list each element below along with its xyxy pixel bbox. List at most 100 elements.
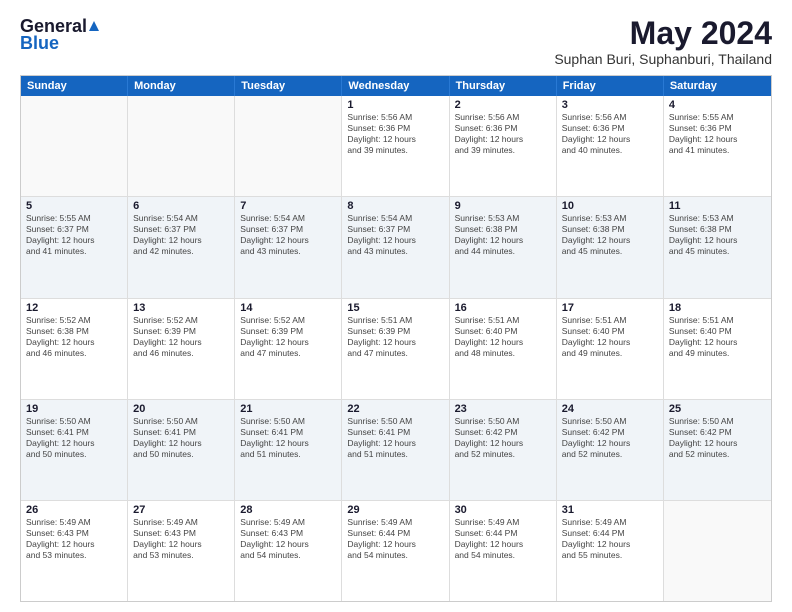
day-number: 28 (240, 504, 336, 516)
calendar-row-1: 1 Sunrise: 5:56 AMSunset: 6:36 PMDaylight… (21, 96, 771, 197)
cell-info: Sunrise: 5:51 AMSunset: 6:40 PMDaylight:… (669, 315, 766, 359)
cell-info: Sunrise: 5:52 AMSunset: 6:38 PMDaylight:… (26, 315, 122, 359)
day-number: 2 (455, 99, 551, 111)
cell-info: Sunrise: 5:49 AMSunset: 6:44 PMDaylight:… (562, 517, 658, 561)
header-saturday: Saturday (664, 76, 771, 96)
day-number: 14 (240, 302, 336, 314)
cal-cell-3-5: 16Sunrise: 5:51 AMSunset: 6:40 PMDayligh… (450, 299, 557, 399)
cell-info: Sunrise: 5:50 AMSunset: 6:41 PMDaylight:… (347, 416, 443, 460)
cal-cell-2-7: 11Sunrise: 5:53 AMSunset: 6:38 PMDayligh… (664, 197, 771, 297)
header-friday: Friday (557, 76, 664, 96)
day-number: 19 (26, 403, 122, 415)
page-title: May 2024 (554, 16, 772, 51)
cell-info: Sunrise: 5:55 AMSunset: 6:36 PMDaylight:… (669, 112, 766, 156)
day-number: 22 (347, 403, 443, 415)
cal-cell-1-1 (21, 96, 128, 196)
header-tuesday: Tuesday (235, 76, 342, 96)
day-number: 31 (562, 504, 658, 516)
day-number: 10 (562, 200, 658, 212)
cell-info: Sunrise: 5:53 AMSunset: 6:38 PMDaylight:… (455, 213, 551, 257)
calendar: Sunday Monday Tuesday Wednesday Thursday… (20, 75, 772, 602)
cal-cell-1-4: 1Sunrise: 5:56 AMSunset: 6:36 PMDaylight… (342, 96, 449, 196)
cell-info: Sunrise: 5:49 AMSunset: 6:43 PMDaylight:… (26, 517, 122, 561)
day-number: 24 (562, 403, 658, 415)
cal-cell-3-1: 12Sunrise: 5:52 AMSunset: 6:38 PMDayligh… (21, 299, 128, 399)
day-number: 8 (347, 200, 443, 212)
cal-cell-2-6: 10Sunrise: 5:53 AMSunset: 6:38 PMDayligh… (557, 197, 664, 297)
cal-cell-4-3: 21Sunrise: 5:50 AMSunset: 6:41 PMDayligh… (235, 400, 342, 500)
cell-info: Sunrise: 5:54 AMSunset: 6:37 PMDaylight:… (133, 213, 229, 257)
cell-info: Sunrise: 5:50 AMSunset: 6:42 PMDaylight:… (669, 416, 766, 460)
cell-info: Sunrise: 5:53 AMSunset: 6:38 PMDaylight:… (562, 213, 658, 257)
cell-info: Sunrise: 5:49 AMSunset: 6:44 PMDaylight:… (455, 517, 551, 561)
cell-info: Sunrise: 5:50 AMSunset: 6:42 PMDaylight:… (455, 416, 551, 460)
cal-cell-4-1: 19Sunrise: 5:50 AMSunset: 6:41 PMDayligh… (21, 400, 128, 500)
day-number: 6 (133, 200, 229, 212)
day-number: 26 (26, 504, 122, 516)
cal-cell-5-4: 29Sunrise: 5:49 AMSunset: 6:44 PMDayligh… (342, 501, 449, 601)
cell-info: Sunrise: 5:51 AMSunset: 6:40 PMDaylight:… (562, 315, 658, 359)
cell-info: Sunrise: 5:55 AMSunset: 6:37 PMDaylight:… (26, 213, 122, 257)
header: General Blue May 2024 Suphan Buri, Supha… (20, 16, 772, 67)
cell-info: Sunrise: 5:56 AMSunset: 6:36 PMDaylight:… (562, 112, 658, 156)
cal-cell-2-1: 5Sunrise: 5:55 AMSunset: 6:37 PMDaylight… (21, 197, 128, 297)
cal-cell-3-7: 18Sunrise: 5:51 AMSunset: 6:40 PMDayligh… (664, 299, 771, 399)
calendar-row-5: 26Sunrise: 5:49 AMSunset: 6:43 PMDayligh… (21, 501, 771, 601)
calendar-body: 1 Sunrise: 5:56 AMSunset: 6:36 PMDaylight… (21, 96, 771, 601)
cell-info: Sunrise: 5:51 AMSunset: 6:40 PMDaylight:… (455, 315, 551, 359)
cal-cell-4-5: 23Sunrise: 5:50 AMSunset: 6:42 PMDayligh… (450, 400, 557, 500)
day-number: 1 (347, 99, 443, 111)
cell-info: Sunrise: 5:49 AMSunset: 6:44 PMDaylight:… (347, 517, 443, 561)
calendar-row-4: 19Sunrise: 5:50 AMSunset: 6:41 PMDayligh… (21, 400, 771, 501)
cal-cell-5-3: 28Sunrise: 5:49 AMSunset: 6:43 PMDayligh… (235, 501, 342, 601)
day-number: 20 (133, 403, 229, 415)
cal-cell-3-3: 14Sunrise: 5:52 AMSunset: 6:39 PMDayligh… (235, 299, 342, 399)
day-number: 27 (133, 504, 229, 516)
cell-info: Sunrise: 5:52 AMSunset: 6:39 PMDaylight:… (133, 315, 229, 359)
cal-cell-4-7: 25Sunrise: 5:50 AMSunset: 6:42 PMDayligh… (664, 400, 771, 500)
cal-cell-2-5: 9Sunrise: 5:53 AMSunset: 6:38 PMDaylight… (450, 197, 557, 297)
day-number: 4 (669, 99, 766, 111)
day-number: 17 (562, 302, 658, 314)
day-number: 18 (669, 302, 766, 314)
day-number: 21 (240, 403, 336, 415)
cal-cell-2-4: 8Sunrise: 5:54 AMSunset: 6:37 PMDaylight… (342, 197, 449, 297)
cal-cell-1-2 (128, 96, 235, 196)
cell-info: Sunrise: 5:49 AMSunset: 6:43 PMDaylight:… (240, 517, 336, 561)
cell-info: Sunrise: 5:50 AMSunset: 6:41 PMDaylight:… (133, 416, 229, 460)
cal-cell-4-4: 22Sunrise: 5:50 AMSunset: 6:41 PMDayligh… (342, 400, 449, 500)
cal-cell-2-2: 6Sunrise: 5:54 AMSunset: 6:37 PMDaylight… (128, 197, 235, 297)
cal-cell-1-7: 4Sunrise: 5:55 AMSunset: 6:36 PMDaylight… (664, 96, 771, 196)
cal-cell-1-3 (235, 96, 342, 196)
header-wednesday: Wednesday (342, 76, 449, 96)
day-number: 7 (240, 200, 336, 212)
header-monday: Monday (128, 76, 235, 96)
cell-info: Sunrise: 5:50 AMSunset: 6:41 PMDaylight:… (26, 416, 122, 460)
cal-cell-3-4: 15Sunrise: 5:51 AMSunset: 6:39 PMDayligh… (342, 299, 449, 399)
day-number: 29 (347, 504, 443, 516)
page: General Blue May 2024 Suphan Buri, Supha… (0, 0, 792, 612)
cal-cell-5-7 (664, 501, 771, 601)
cell-info: Sunrise: 5:56 AMSunset: 6:36 PMDaylight:… (455, 112, 551, 156)
cal-cell-5-2: 27Sunrise: 5:49 AMSunset: 6:43 PMDayligh… (128, 501, 235, 601)
day-number: 3 (562, 99, 658, 111)
header-sunday: Sunday (21, 76, 128, 96)
cell-info: Sunrise: 5:54 AMSunset: 6:37 PMDaylight:… (240, 213, 336, 257)
cell-info: Sunrise: 5:52 AMSunset: 6:39 PMDaylight:… (240, 315, 336, 359)
cell-info: Sunrise: 5:49 AMSunset: 6:43 PMDaylight:… (133, 517, 229, 561)
day-number: 15 (347, 302, 443, 314)
day-number: 13 (133, 302, 229, 314)
cal-cell-5-1: 26Sunrise: 5:49 AMSunset: 6:43 PMDayligh… (21, 501, 128, 601)
cal-cell-5-6: 31Sunrise: 5:49 AMSunset: 6:44 PMDayligh… (557, 501, 664, 601)
cell-info: Sunrise: 5:50 AMSunset: 6:42 PMDaylight:… (562, 416, 658, 460)
day-number: 9 (455, 200, 551, 212)
header-thursday: Thursday (450, 76, 557, 96)
title-block: May 2024 Suphan Buri, Suphanburi, Thaila… (554, 16, 772, 67)
cal-cell-4-2: 20Sunrise: 5:50 AMSunset: 6:41 PMDayligh… (128, 400, 235, 500)
day-number: 12 (26, 302, 122, 314)
day-number: 25 (669, 403, 766, 415)
logo: General Blue (20, 16, 99, 54)
day-number: 5 (26, 200, 122, 212)
day-number: 16 (455, 302, 551, 314)
cell-info: Sunrise: 5:54 AMSunset: 6:37 PMDaylight:… (347, 213, 443, 257)
